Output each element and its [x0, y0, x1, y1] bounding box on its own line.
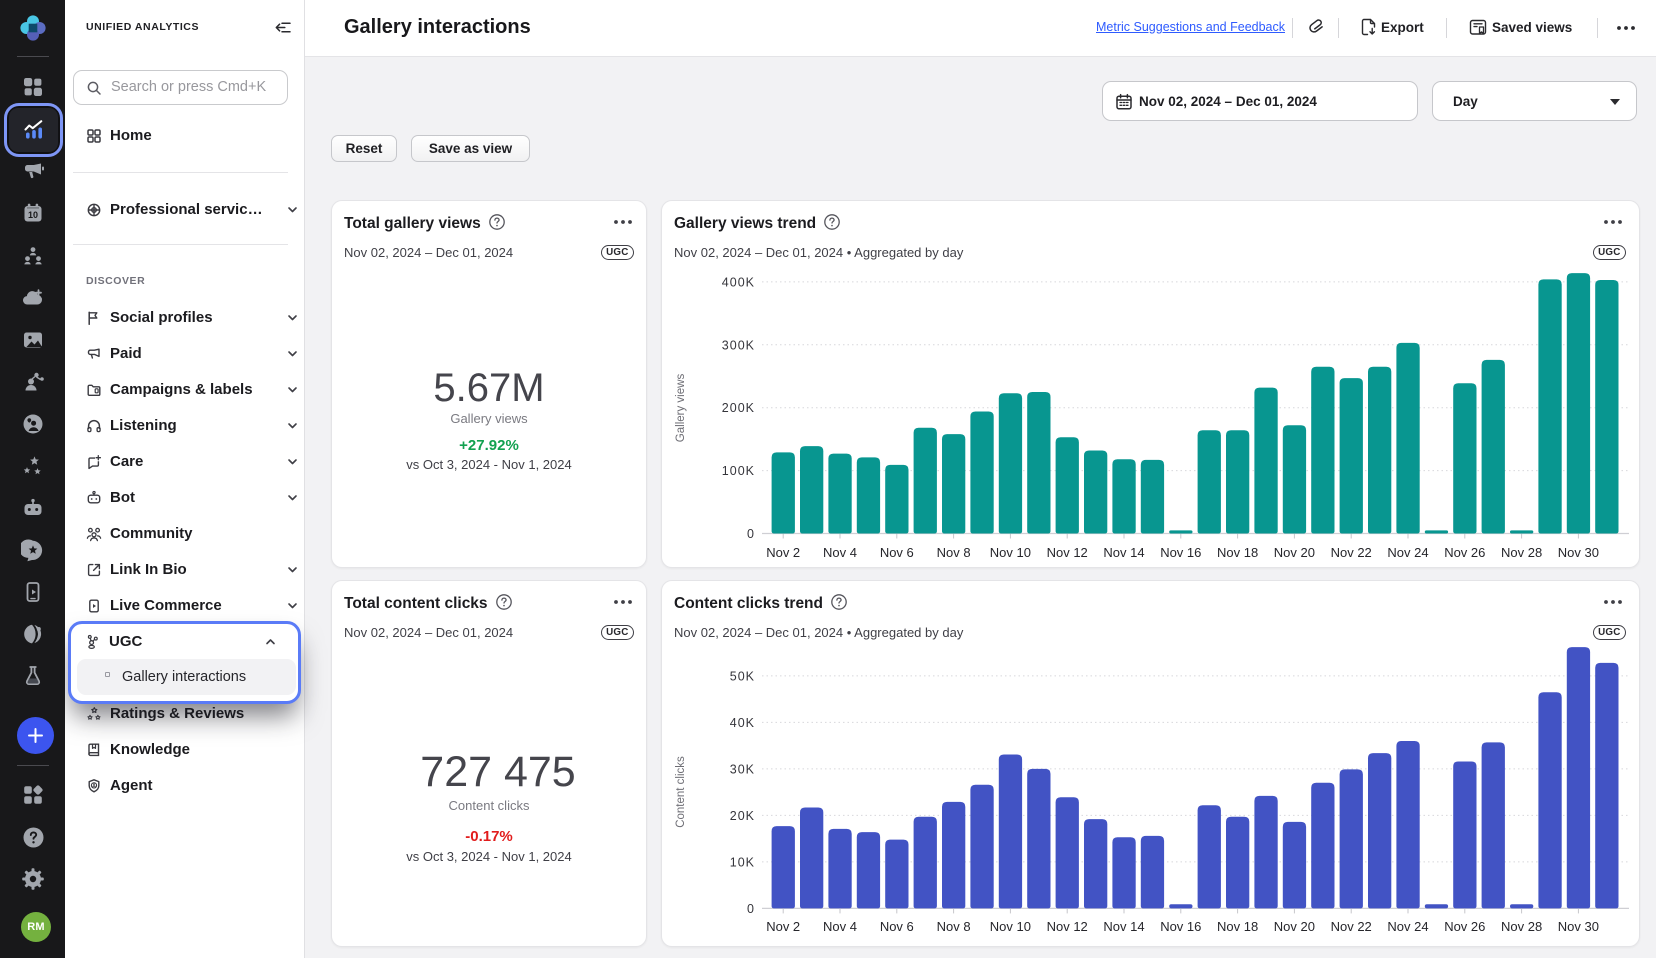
svg-text:Nov 2: Nov 2 [766, 919, 800, 934]
svg-text:Nov 18: Nov 18 [1217, 919, 1258, 934]
svg-text:Nov 24: Nov 24 [1387, 545, 1428, 560]
svg-text:400K: 400K [722, 275, 755, 289]
svg-text:Content clicks: Content clicks [675, 756, 687, 828]
svg-text:10K: 10K [730, 855, 755, 869]
svg-text:Nov 22: Nov 22 [1331, 919, 1372, 934]
svg-text:Nov 10: Nov 10 [990, 919, 1031, 934]
svg-text:Nov 8: Nov 8 [937, 545, 971, 560]
svg-text:200K: 200K [722, 401, 755, 415]
svg-text:Nov 28: Nov 28 [1501, 919, 1542, 934]
svg-text:Nov 26: Nov 26 [1444, 545, 1485, 560]
svg-text:Nov 22: Nov 22 [1331, 545, 1372, 560]
svg-text:A: A [92, 783, 96, 789]
svg-text:Nov 4: Nov 4 [823, 919, 857, 934]
svg-text:Nov 20: Nov 20 [1274, 919, 1315, 934]
svg-text:Nov 10: Nov 10 [990, 545, 1031, 560]
svg-text:Nov 26: Nov 26 [1444, 919, 1485, 934]
svg-text:Nov 24: Nov 24 [1387, 919, 1428, 934]
svg-text:300K: 300K [722, 338, 755, 352]
svg-text:Nov 6: Nov 6 [880, 919, 914, 934]
svg-text:Nov 12: Nov 12 [1047, 919, 1088, 934]
svg-text:Nov 16: Nov 16 [1160, 545, 1201, 560]
svg-text:Nov 16: Nov 16 [1160, 919, 1201, 934]
svg-text:Nov 20: Nov 20 [1274, 545, 1315, 560]
svg-text:Nov 6: Nov 6 [880, 545, 914, 560]
svg-text:50K: 50K [730, 669, 755, 683]
svg-text:40K: 40K [730, 716, 755, 730]
svg-text:Nov 18: Nov 18 [1217, 545, 1258, 560]
svg-text:Nov 4: Nov 4 [823, 545, 857, 560]
svg-text:Nov 14: Nov 14 [1103, 545, 1144, 560]
svg-text:Gallery views: Gallery views [675, 374, 687, 443]
svg-text:Nov 28: Nov 28 [1501, 545, 1542, 560]
svg-text:30K: 30K [730, 762, 755, 776]
svg-text:0: 0 [747, 902, 755, 916]
svg-text:0: 0 [747, 527, 755, 541]
svg-text:Nov 8: Nov 8 [937, 919, 971, 934]
svg-text:Nov 14: Nov 14 [1103, 919, 1144, 934]
svg-text:Nov 30: Nov 30 [1558, 919, 1599, 934]
svg-text:100K: 100K [722, 464, 755, 478]
svg-text:Nov 12: Nov 12 [1047, 545, 1088, 560]
svg-text:Nov 2: Nov 2 [766, 545, 800, 560]
svg-text:20K: 20K [730, 809, 755, 823]
svg-text:10: 10 [28, 210, 38, 220]
svg-text:Nov 30: Nov 30 [1558, 545, 1599, 560]
